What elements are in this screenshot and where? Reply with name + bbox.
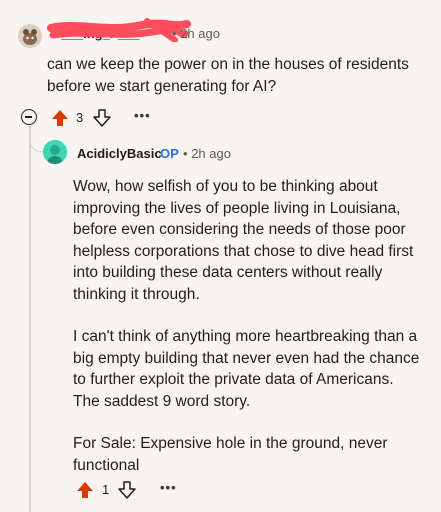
- reply-body: Wow, how selfish of you to be thinking a…: [73, 176, 423, 497]
- avatar[interactable]: [43, 140, 67, 164]
- downvote-icon[interactable]: [93, 109, 111, 127]
- upvote-icon[interactable]: [76, 481, 94, 499]
- upvote-count: 3: [76, 110, 84, 125]
- username[interactable]: AcidiclyBasic: [77, 146, 162, 161]
- collapse-icon[interactable]: [21, 109, 37, 125]
- timestamp: • 2h ago: [172, 26, 220, 41]
- downvote-icon[interactable]: [118, 481, 136, 499]
- time-text: 2h ago: [191, 146, 231, 161]
- reply-paragraph: I can't think of anything more heartbrea…: [73, 328, 420, 410]
- time-text: 2h ago: [180, 26, 220, 41]
- avatar[interactable]: [18, 24, 42, 48]
- upvote-count: 1: [102, 482, 110, 497]
- comment-body: can we keep the power on in the houses o…: [47, 56, 409, 95]
- more-icon[interactable]: •••: [134, 108, 151, 123]
- thread-line: [29, 126, 31, 512]
- op-badge: OP: [160, 146, 179, 161]
- reply-paragraph: For Sale: Expensive hole in the ground, …: [73, 435, 388, 474]
- reply-paragraph: Wow, how selfish of you to be thinking a…: [73, 178, 414, 303]
- timestamp: • 2h ago: [183, 146, 231, 161]
- separator: •: [183, 146, 188, 161]
- upvote-icon[interactable]: [51, 109, 69, 127]
- more-icon[interactable]: •••: [160, 480, 177, 495]
- separator: •: [172, 26, 177, 41]
- reply-connector: [29, 132, 43, 152]
- redaction-scribble: [47, 18, 191, 42]
